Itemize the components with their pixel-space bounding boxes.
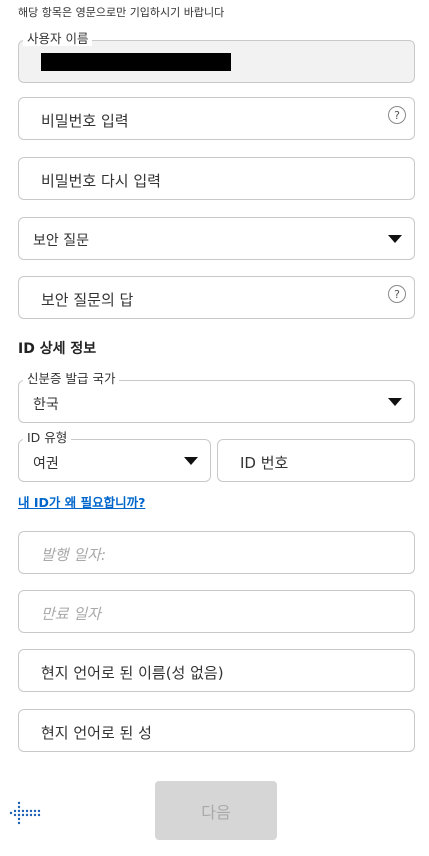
issuing-country-label: 신분증 발급 국가 (23, 372, 120, 386)
password-confirm-field[interactable]: 비밀번호 다시 입력 (18, 157, 415, 200)
why-id-link[interactable]: 내 ID가 왜 필요합니까? (18, 492, 145, 511)
redacted-username-value (41, 53, 231, 71)
password-confirm-placeholder: 비밀번호 다시 입력 (41, 172, 161, 190)
password-field[interactable]: 비밀번호 입력 ? (18, 97, 415, 140)
chevron-down-icon (184, 457, 198, 465)
brand-logo-icon (9, 801, 41, 825)
chevron-down-icon (388, 398, 402, 406)
expiry-date-placeholder: 만료 일자 (41, 605, 101, 623)
id-details-heading: ID 상세 정보 (18, 341, 97, 357)
username-label: 사용자 이름 (23, 32, 93, 46)
local-surname-placeholder: 현지 언어로 된 성 (41, 724, 152, 742)
english-only-note: 해당 항목은 영문으로만 기입하시기 바랍니다 (18, 6, 225, 19)
id-number-placeholder: ID 번호 (240, 454, 289, 472)
issue-date-placeholder: 발행 일자: (41, 546, 107, 564)
chevron-down-icon (388, 235, 402, 243)
id-type-label: ID 유형 (23, 431, 72, 445)
security-answer-help-icon[interactable]: ? (388, 285, 406, 303)
security-question-placeholder: 보안 질문 (33, 233, 89, 249)
next-button[interactable]: 다음 (155, 781, 277, 840)
expiry-date-field[interactable]: 만료 일자 (18, 590, 415, 633)
id-type-select[interactable]: ID 유형 여권 (18, 431, 211, 482)
issuing-country-value: 한국 (33, 397, 59, 413)
security-question-select[interactable]: 보안 질문 (18, 217, 415, 260)
username-field[interactable]: 사용자 이름 (18, 32, 415, 83)
id-type-value: 여권 (33, 456, 59, 472)
local-given-name-placeholder: 현지 언어로 된 이름(성 없음) (41, 664, 224, 682)
local-surname-field[interactable]: 현지 언어로 된 성 (18, 709, 415, 752)
security-answer-placeholder: 보안 질문의 답 (41, 291, 134, 309)
issuing-country-select[interactable]: 신분증 발급 국가 한국 (18, 372, 415, 423)
id-number-field[interactable]: ID 번호 (217, 439, 415, 482)
password-placeholder: 비밀번호 입력 (41, 112, 129, 130)
password-help-icon[interactable]: ? (388, 106, 406, 124)
local-given-name-field[interactable]: 현지 언어로 된 이름(성 없음) (18, 649, 415, 692)
issue-date-field[interactable]: 발행 일자: (18, 531, 415, 574)
security-answer-field[interactable]: 보안 질문의 답 ? (18, 276, 415, 319)
